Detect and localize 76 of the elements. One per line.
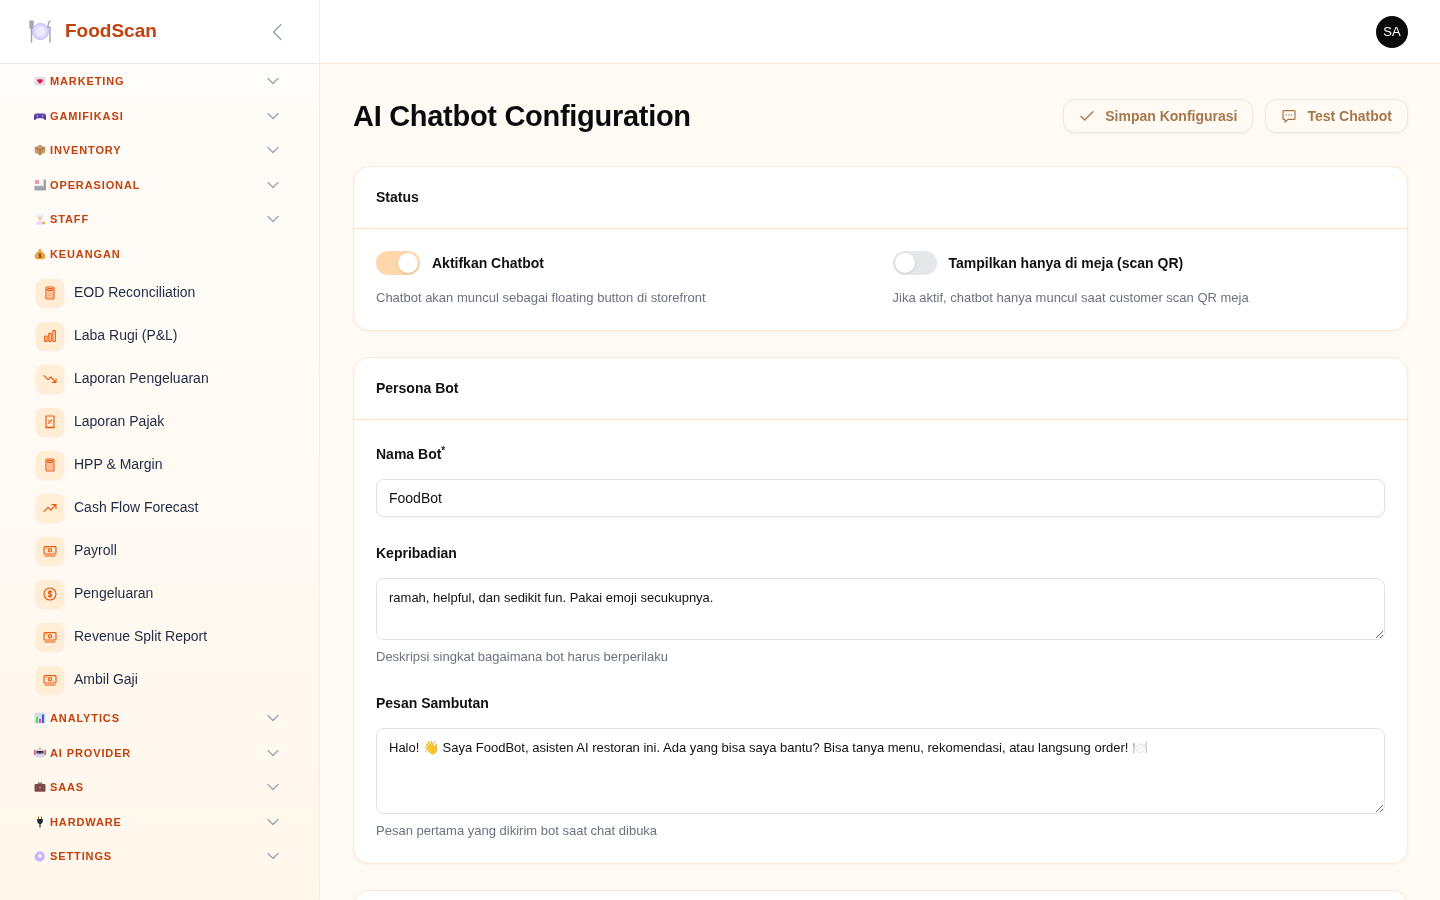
sidebar-group[interactable]: SAAS: [0, 770, 319, 805]
sidebar-group[interactable]: AI PROVIDER: [0, 735, 319, 770]
sidebar-item[interactable]: Payroll: [0, 529, 303, 572]
sidebar-item[interactable]: Pengeluaran: [0, 572, 303, 615]
sidebar-item[interactable]: Laba Rugi (P&L): [0, 314, 303, 357]
sidebar-group[interactable]: MARKETING: [0, 64, 319, 99]
sidebar-group[interactable]: GAMIFIKASI: [0, 98, 319, 133]
sidebar-item[interactable]: Laporan Pajak: [0, 400, 303, 443]
receipt-icon: [36, 407, 64, 436]
banknote-icon: [36, 536, 64, 565]
sidebar-item[interactable]: HPP & Margin: [0, 443, 303, 486]
sidebar-item[interactable]: Ambil Gaji: [0, 658, 303, 701]
sidebar-group[interactable]: INVENTORY: [0, 133, 319, 168]
factory-icon: [34, 178, 46, 191]
bar-chart-icon: [36, 321, 64, 350]
banknote-icon: [36, 665, 64, 694]
chef-icon: [34, 213, 46, 226]
plug-icon: [34, 815, 46, 828]
heart-envelope-icon: [34, 75, 46, 88]
check-icon: [1079, 108, 1096, 124]
card-title: Persona Bot: [376, 379, 459, 398]
chevron-down-icon: [267, 714, 279, 723]
robot-icon: [34, 746, 46, 759]
sidebar-group[interactable]: HARDWARE: [0, 804, 319, 839]
field-label: Kepribadian: [376, 544, 458, 563]
field-label: Nama Bot$^{*}$: [376, 444, 447, 464]
chevron-down-icon: [267, 748, 279, 757]
sidebar-item[interactable]: Laporan Pengeluaran: [0, 357, 303, 400]
chevron-down-icon: [267, 215, 279, 224]
chevron-down-icon: [267, 852, 279, 861]
chevron-down-icon: [267, 817, 279, 826]
sidebar-item[interactable]: EOD Reconciliation: [0, 271, 303, 314]
sidebar-item[interactable]: Revenue Split Report: [0, 615, 303, 658]
sidebar-group[interactable]: KEUANGAN: [0, 236, 319, 271]
bar-chart-icon: [34, 712, 46, 725]
text-area[interactable]: ramah, helpful, dan sedikit fun. Pakai emoji secukupnya.: [376, 578, 1385, 640]
box-icon: [34, 144, 46, 157]
hint-text: Chatbot akan muncul sebagai floating button di storefront: [376, 289, 707, 307]
toggle-switch[interactable]: [376, 251, 420, 275]
sidebar-group[interactable]: OPERASIONAL: [0, 167, 319, 202]
sidebar-item[interactable]: Cash Flow Forecast: [0, 486, 303, 529]
page-title: AI Chatbot Configuration: [353, 98, 691, 134]
brand-name: FoodScan: [65, 19, 157, 44]
hint-text: Deskripsi singkat bagaimana bot harus berperilaku: [376, 648, 669, 666]
toggle-label: Aktifkan Chatbot: [432, 253, 544, 273]
text-area[interactable]: Halo! 👋 Saya FoodBot, asisten AI restoran ini. Ada yang bisa saya bantu? Bisa tanya menu, rekomendasi, atau langsung order! 🍽: [376, 728, 1385, 814]
save-button[interactable]: Simpan Konfigurasi: [1063, 99, 1254, 133]
chevron-down-icon: [267, 783, 279, 792]
dollar-icon: [36, 579, 64, 608]
settings-icon: [34, 850, 46, 863]
chevron-down-icon: [267, 146, 279, 155]
test-button[interactable]: Test Chatbot: [1265, 99, 1408, 133]
chevron-down-icon: [267, 111, 279, 120]
chevron-down-icon: [267, 77, 279, 86]
user-avatar[interactable]: SA: [1376, 15, 1408, 48]
card-title: Status: [376, 188, 419, 207]
toggle-switch[interactable]: [892, 251, 937, 275]
field-label: Pesan Sambutan: [376, 694, 490, 713]
chat-bubble-icon: [1281, 108, 1298, 124]
input-field[interactable]: FoodBot: [376, 479, 1385, 517]
trend-up-icon: [36, 493, 64, 522]
calculator-icon: [36, 450, 64, 479]
trend-down-icon: [36, 364, 64, 393]
calculator-icon: [36, 278, 64, 307]
sidebar-group[interactable]: SETTINGS: [0, 839, 319, 874]
collapse-icon[interactable]: [271, 22, 283, 41]
sidebar-group[interactable]: STAFF: [0, 202, 319, 237]
hint-text: Jika aktif, chatbot hanya muncul saat customer scan QR meja: [892, 289, 1250, 307]
banknote-icon: [36, 622, 64, 651]
hint-text: Pesan pertama yang dikirim bot saat chat dibuka: [376, 822, 659, 840]
plate-icon: [28, 19, 53, 44]
briefcase-icon: [34, 781, 46, 794]
money-bag-icon: [34, 247, 46, 260]
toggle-label: Tampilkan hanya di meja (scan QR): [948, 253, 1184, 273]
chevron-down-icon: [267, 180, 279, 189]
sidebar-group[interactable]: ANALYTICS: [0, 701, 319, 736]
